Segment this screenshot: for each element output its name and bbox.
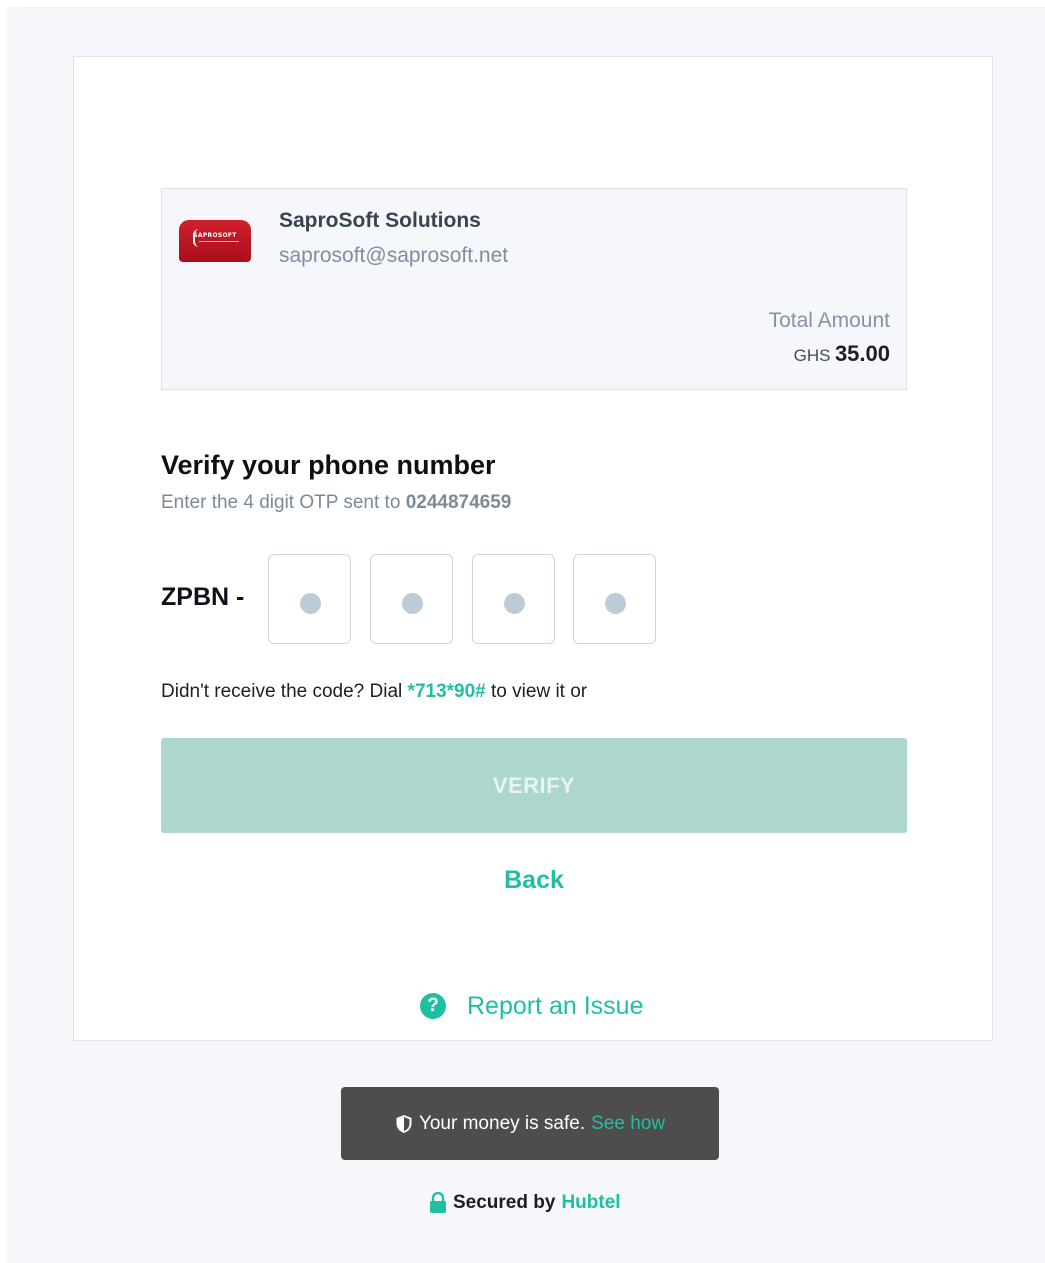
shield-icon [396,1114,412,1133]
otp-digit-input-3[interactable] [472,554,555,644]
currency-code: GHS [793,346,831,365]
lock-icon [430,1192,446,1213]
see-how-link[interactable]: See how [591,1113,665,1135]
ussd-code: *713*90# [407,681,486,702]
logo-underline [199,241,239,242]
total-amount: GHS 35.00 [794,341,890,367]
otp-placeholder-dot [402,593,423,614]
otp-placeholder-dot [300,593,321,614]
resend-prefix: Didn't receive the code? Dial [161,681,403,702]
otp-instructions: Enter the 4 digit OTP sent to 0244874659 [161,492,511,514]
logo-text: SAPROSOFT [193,232,237,239]
back-link[interactable]: Back [161,866,907,895]
otp-digit-input-2[interactable] [370,554,453,644]
resend-hint: Didn't receive the code? Dial *713*90# t… [161,681,587,703]
merchant-email: saprosoft@saprosoft.net [279,244,509,267]
resend-suffix: to view it or [491,681,588,702]
otp-prefix: ZPBN - [161,583,245,611]
money-safe-text: Your money is safe. [418,1112,586,1134]
otp-digit-input-4[interactable] [573,554,656,644]
otp-placeholder-dot [605,593,626,614]
otp-instructions-text: Enter the 4 digit OTP sent to [161,492,401,513]
verify-button[interactable]: VERIFY [161,738,907,833]
otp-placeholder-dot [504,593,525,614]
secured-by-text: Secured by [453,1192,556,1213]
merchant-logo: SAPROSOFT [179,220,251,262]
secured-by: Secured by Hubtel [429,1192,621,1214]
question-circle-icon: ? [420,993,446,1019]
merchant-summary: SAPROSOFT SaproSoft Solutions saprosoft@… [161,188,907,390]
hubtel-brand: Hubtel [561,1192,621,1213]
phone-number: 0244874659 [405,492,512,513]
amount-value: 35.00 [834,341,890,366]
merchant-name: SaproSoft Solutions [279,209,481,232]
money-safe-banner: Your money is safe. See how [341,1087,719,1160]
report-issue-link[interactable]: ? Report an Issue [420,990,644,1022]
total-amount-label: Total Amount [768,309,890,332]
page-title: Verify your phone number [161,450,496,480]
report-issue-label: Report an Issue [467,991,644,1020]
otp-digit-input-1[interactable] [268,554,351,644]
